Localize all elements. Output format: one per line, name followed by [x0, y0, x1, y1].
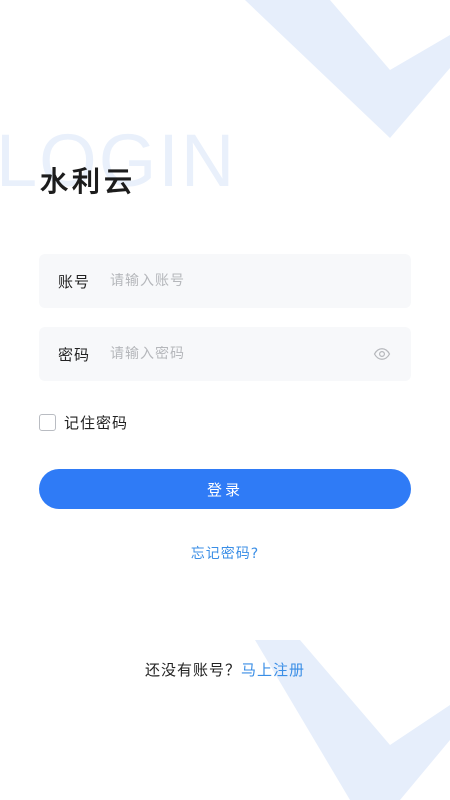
register-link[interactable]: 马上注册 — [241, 661, 305, 679]
remember-checkbox[interactable] — [39, 414, 56, 431]
top-chevron-shape — [245, 0, 450, 138]
remember-label: 记住密码 — [64, 414, 129, 432]
app-title: 水利云 — [40, 165, 137, 198]
eye-icon[interactable] — [373, 345, 391, 363]
account-field[interactable]: 账号 — [39, 254, 411, 308]
password-field[interactable]: 密码 — [39, 327, 411, 381]
login-screen: LOGIN 水利云 账号 密码 记住密码 登录 忘记密码? 还没有账号？马上注册 — [0, 0, 450, 800]
login-button[interactable]: 登录 — [39, 469, 411, 509]
account-label: 账号 — [58, 272, 91, 291]
password-input[interactable] — [110, 346, 360, 362]
register-prompt: 还没有账号？ — [144, 661, 241, 679]
forgot-password-link[interactable]: 忘记密码? — [0, 543, 450, 563]
account-input[interactable] — [110, 273, 360, 289]
remember-password[interactable]: 记住密码 — [39, 412, 128, 433]
password-label: 密码 — [58, 345, 91, 364]
register-row: 还没有账号？马上注册 — [0, 659, 450, 680]
